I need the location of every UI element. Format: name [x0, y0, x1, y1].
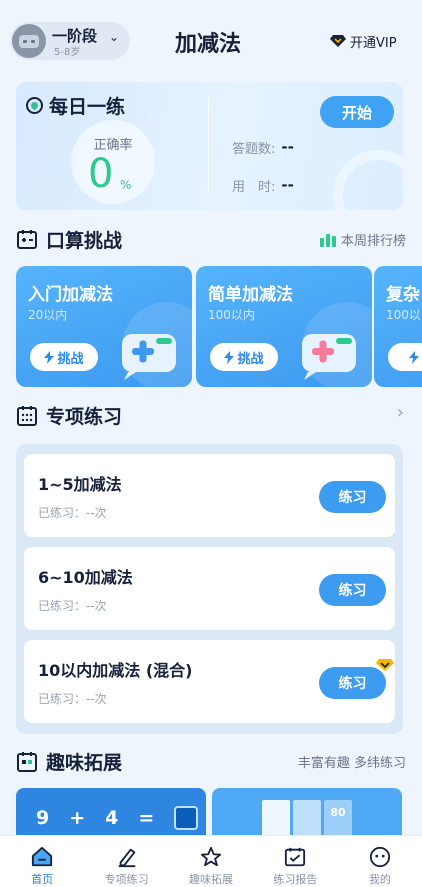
challenge-button[interactable]: 挑	[388, 343, 422, 371]
list-item-meta: 已练习：--次	[38, 506, 107, 520]
weekly-ranking-link[interactable]: 本周排行榜	[319, 230, 406, 249]
challenge-card-subtitle: 100以内	[208, 308, 255, 322]
challenge-card-title: 复杂	[386, 285, 420, 305]
calendar-star-icon	[17, 751, 37, 772]
time-spent: 用 时: --	[232, 176, 294, 195]
daily-practice-title: 每日一练	[26, 92, 125, 119]
stage-selector[interactable]: 一阶段 5-8岁 ⌄	[10, 22, 130, 60]
challenge-cards: 入门加减法 20以内 挑战 简单加减法 100以内 挑战 复杂 100以	[16, 266, 422, 387]
tab-fun-extension[interactable]: 趣味拓展	[169, 836, 253, 887]
list-item-meta: 已练习：--次	[38, 599, 107, 613]
bolt-icon	[224, 350, 235, 364]
challenge-card-subtitle: 100以	[386, 308, 421, 322]
tab-label: 趣味拓展	[189, 873, 234, 886]
challenge-card[interactable]: 入门加减法 20以内 挑战	[16, 266, 192, 387]
diamond-icon	[330, 35, 346, 47]
list-item-title: 10以内加减法 (混合)	[38, 661, 193, 680]
answered-count: 答题数: --	[232, 138, 294, 157]
stage-age: 5-8岁	[54, 47, 81, 58]
tab-label: 专项练习	[104, 873, 149, 886]
plus-minus-bubble-icon	[302, 334, 356, 380]
special-section-header: 专项练习 ›	[16, 402, 406, 428]
smile-icon	[369, 846, 390, 868]
header: 一阶段 5-8岁 ⌄ 加减法 开通VIP	[0, 0, 422, 80]
daily-practice-card: 每日一练 正确率 0 % 答题数: -- 用 时: -- 开始	[16, 82, 403, 210]
answer-box	[174, 806, 199, 830]
time-value: --	[281, 176, 294, 194]
tab-label: 首页	[31, 873, 54, 886]
challenge-card-title: 简单加减法	[208, 285, 293, 305]
star-icon	[200, 846, 222, 867]
tab-practice-report[interactable]: 练习报告	[253, 836, 337, 887]
answered-label: 答题数:	[232, 142, 276, 157]
chevron-right-icon[interactable]: ›	[397, 402, 404, 423]
tab-home[interactable]: 首页	[0, 836, 84, 887]
vip-button[interactable]: 开通VIP	[330, 30, 397, 52]
pencil-icon	[118, 848, 135, 868]
challenge-button-label: 挑战	[57, 351, 84, 367]
special-practice-list: 1~5加减法 已练习：--次 练习 6~10加减法 已练习：--次 练习 10以…	[16, 444, 403, 734]
equation-operand: 4	[105, 807, 119, 829]
weekly-ranking-label: 本周排行榜	[340, 234, 406, 249]
list-item-title: 6~10加减法	[38, 568, 133, 587]
report-icon	[285, 847, 306, 867]
bolt-icon	[408, 350, 419, 364]
challenge-section-header: 口算挑战 本周排行榜	[16, 226, 406, 252]
fun-subtitle: 丰富有趣 多纬练习	[297, 756, 406, 771]
tab-bar: 首页 专项练习 趣味拓展 练习报告 我的	[0, 835, 422, 887]
challenge-button-label: 挑战	[237, 351, 264, 367]
start-button[interactable]: 开始	[320, 96, 394, 128]
chevron-down-icon: ⌄	[109, 30, 120, 44]
tab-label: 练习报告	[273, 873, 318, 886]
challenge-button[interactable]: 挑战	[210, 343, 278, 371]
challenge-button[interactable]: 挑战	[30, 343, 98, 371]
equation-operand: 9	[36, 807, 50, 829]
vip-label: 开通VIP	[350, 35, 397, 51]
challenge-card-title: 入门加减法	[28, 285, 113, 305]
list-item[interactable]: 6~10加减法 已练习：--次 练习	[24, 547, 395, 630]
vip-diamond-icon	[376, 659, 394, 671]
fun-title: 趣味拓展	[46, 752, 123, 774]
tab-profile[interactable]: 我的	[338, 836, 422, 887]
avatar	[12, 24, 46, 58]
equation-operator: =	[138, 807, 155, 829]
list-item-meta: 已练习：--次	[38, 692, 107, 706]
tab-label: 我的	[368, 873, 391, 886]
bolt-icon	[44, 350, 55, 364]
bar-chart-icon	[319, 233, 336, 247]
fun-section-header: 趣味拓展 丰富有趣 多纬练习	[16, 748, 406, 774]
special-title: 专项练习	[46, 406, 123, 428]
answered-value: --	[281, 138, 294, 156]
plus-minus-bubble-icon	[122, 334, 176, 380]
tab-special-practice[interactable]: 专项练习	[84, 836, 168, 887]
practice-button[interactable]: 练习	[319, 574, 386, 606]
list-item-title: 1~5加减法	[38, 475, 122, 494]
equation-operator: +	[69, 807, 86, 829]
daily-practice-label: 每日一练	[49, 96, 126, 118]
drop-icon	[26, 97, 43, 114]
challenge-card[interactable]: 简单加减法 100以内 挑战	[196, 266, 372, 387]
challenge-card-subtitle: 20以内	[28, 308, 68, 322]
list-item[interactable]: 10以内加减法 (混合) 已练习：--次 练习	[24, 640, 395, 723]
home-icon	[32, 846, 53, 867]
challenge-card[interactable]: 复杂 100以 挑	[374, 266, 422, 387]
calculator-icon	[17, 229, 37, 249]
calendar-grid-icon	[17, 405, 37, 426]
practice-button[interactable]: 练习	[319, 481, 386, 513]
accuracy-unit: %	[120, 178, 132, 192]
list-item[interactable]: 1~5加减法 已练习：--次 练习	[24, 454, 395, 537]
challenge-title: 口算挑战	[46, 230, 123, 252]
accuracy-value: 0	[88, 151, 114, 197]
page-title: 加减法	[174, 32, 241, 57]
time-label: 用 时:	[232, 180, 276, 195]
